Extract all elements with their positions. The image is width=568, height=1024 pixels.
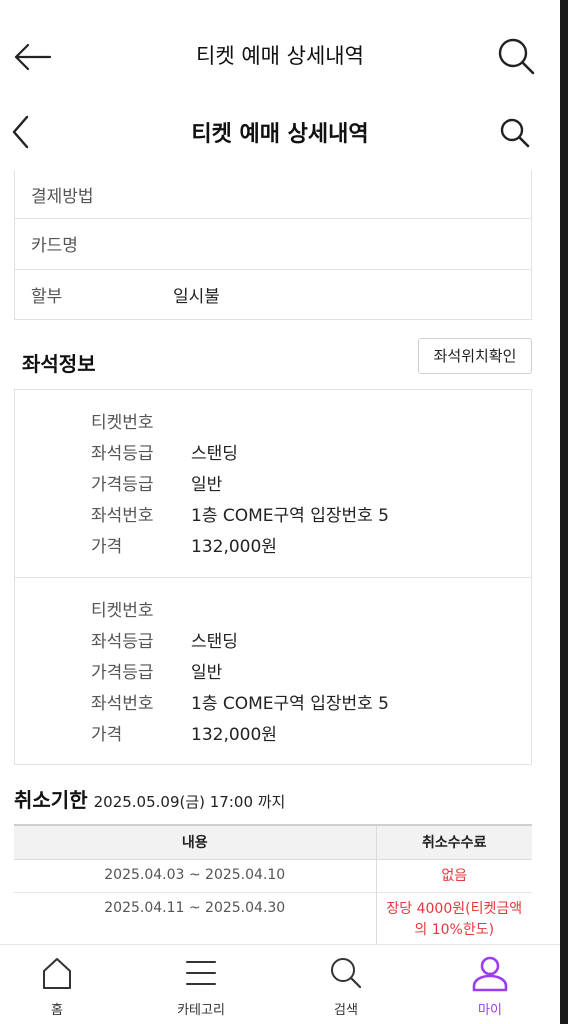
ticket-value: 스탠딩 xyxy=(191,444,238,464)
tab-category[interactable]: 카테고리 xyxy=(146,945,256,1024)
screen: 티켓 예매 상세내역 티켓 예매 상세내역 결제방법 카드명 할부 일시불 좌석… xyxy=(0,0,560,1024)
ticket-value: 132,000원 xyxy=(191,725,277,745)
ticket-row: 좌석등급 스탠딩 xyxy=(91,625,511,655)
seat-location-button[interactable]: 좌석위치확인 xyxy=(418,338,532,374)
cancel-fee-table: 내용 취소수수료 2025.04.03 ~ 2025.04.10 없음 2025… xyxy=(14,824,532,949)
ticket-label: 좌석번호 xyxy=(91,506,154,526)
ticket-label: 티켓번호 xyxy=(91,601,154,621)
top-header: 티켓 예매 상세내역 xyxy=(0,0,560,112)
ticket-value: 1층 COME구역 입장번호 5 xyxy=(191,694,389,714)
screen-edge xyxy=(560,0,568,1024)
menu-icon xyxy=(181,953,221,993)
ticket-row: 티켓번호 xyxy=(91,594,511,624)
home-icon xyxy=(37,953,77,993)
ticket-value: 일반 xyxy=(191,663,223,683)
fee-cell: 없음 xyxy=(375,859,532,893)
period-cell: 2025.04.11 ~ 2025.04.30 xyxy=(14,892,376,949)
ticket-value: 132,000원 xyxy=(191,537,277,557)
cancel-deadline-value: 2025.05.09(금) 17:00 까지 xyxy=(93,793,286,811)
user-icon xyxy=(470,953,510,993)
payment-details: 결제방법 카드명 할부 일시불 xyxy=(14,170,532,320)
period-cell: 2025.04.03 ~ 2025.04.10 xyxy=(14,859,376,893)
tab-label: 마이 xyxy=(478,1003,502,1018)
table-header-row: 내용 취소수수료 xyxy=(14,824,532,860)
tab-label: 검색 xyxy=(334,1003,358,1018)
ticket-row: 가격 132,000원 xyxy=(91,530,511,560)
ticket-row: 가격등급 일반 xyxy=(91,656,511,686)
table-header: 취소수수료 xyxy=(375,824,532,860)
fee-cell: 장당 4000원(티켓금액의 10%한도) xyxy=(375,892,532,949)
ticket-label: 가격등급 xyxy=(91,663,154,683)
tab-home[interactable]: 홈 xyxy=(2,945,112,1024)
ticket-row: 가격 132,000원 xyxy=(91,718,511,748)
sub-header: 티켓 예매 상세내역 xyxy=(0,112,560,160)
payment-label: 결제방법 xyxy=(31,187,94,207)
ticket-label: 좌석번호 xyxy=(91,694,154,714)
sub-page-title: 티켓 예매 상세내역 xyxy=(191,122,369,147)
payment-row-installment: 할부 일시불 xyxy=(15,269,531,319)
ticket-value: 일반 xyxy=(191,475,223,495)
cancel-deadline: 취소기한 2025.05.09(금) 17:00 까지 xyxy=(14,784,285,813)
tab-label: 홈 xyxy=(51,1003,63,1018)
seat-info-box: 티켓번호 좌석등급 스탠딩 가격등급 일반 좌석번호 1층 COME구역 입장번호 5… xyxy=(14,389,532,765)
ticket-value: 스탠딩 xyxy=(191,632,238,652)
seat-info-title: 좌석정보 xyxy=(22,352,96,376)
ticket-label: 좌석등급 xyxy=(91,444,154,464)
payment-label: 할부 xyxy=(31,287,63,307)
ticket-row: 좌석등급 스탠딩 xyxy=(91,437,511,467)
payment-label: 카드명 xyxy=(31,236,78,256)
search-icon[interactable] xyxy=(496,36,536,76)
ticket-row: 좌석번호 1층 COME구역 입장번호 5 xyxy=(91,499,511,529)
ticket-card: 티켓번호 좌석등급 스탠딩 가격등급 일반 좌석번호 1층 COME구역 입장번호 5… xyxy=(15,577,531,764)
table-row: 2025.04.03 ~ 2025.04.10 없음 xyxy=(14,859,532,893)
table-header: 내용 xyxy=(14,824,376,860)
search-icon xyxy=(326,953,366,993)
table-row: 2025.04.11 ~ 2025.04.30 장당 4000원(티켓금액의 1… xyxy=(14,892,532,949)
ticket-label: 좌석등급 xyxy=(91,632,154,652)
ticket-value: 1층 COME구역 입장번호 5 xyxy=(191,506,389,526)
tab-search[interactable]: 검색 xyxy=(291,945,401,1024)
ticket-label: 가격 xyxy=(91,537,123,557)
page-title: 티켓 예매 상세내역 xyxy=(196,44,364,68)
ticket-row: 티켓번호 xyxy=(91,406,511,436)
ticket-row: 가격등급 일반 xyxy=(91,468,511,498)
ticket-label: 가격등급 xyxy=(91,475,154,495)
payment-row-card: 카드명 xyxy=(15,218,531,268)
search-icon[interactable] xyxy=(498,116,532,150)
ticket-card: 티켓번호 좌석등급 스탠딩 가격등급 일반 좌석번호 1층 COME구역 입장번호 5… xyxy=(15,390,531,577)
tab-my[interactable]: 마이 xyxy=(435,945,545,1024)
bottom-tab-bar: 홈 카테고리 검색 마이 xyxy=(0,944,560,1024)
ticket-row: 좌석번호 1층 COME구역 입장번호 5 xyxy=(91,687,511,717)
ticket-label: 티켓번호 xyxy=(91,413,154,433)
payment-value: 일시불 xyxy=(173,287,220,307)
ticket-label: 가격 xyxy=(91,725,123,745)
tab-label: 카테고리 xyxy=(177,1003,225,1018)
payment-row-method: 결제방법 xyxy=(15,170,531,220)
cancel-deadline-label: 취소기한 xyxy=(14,788,88,812)
